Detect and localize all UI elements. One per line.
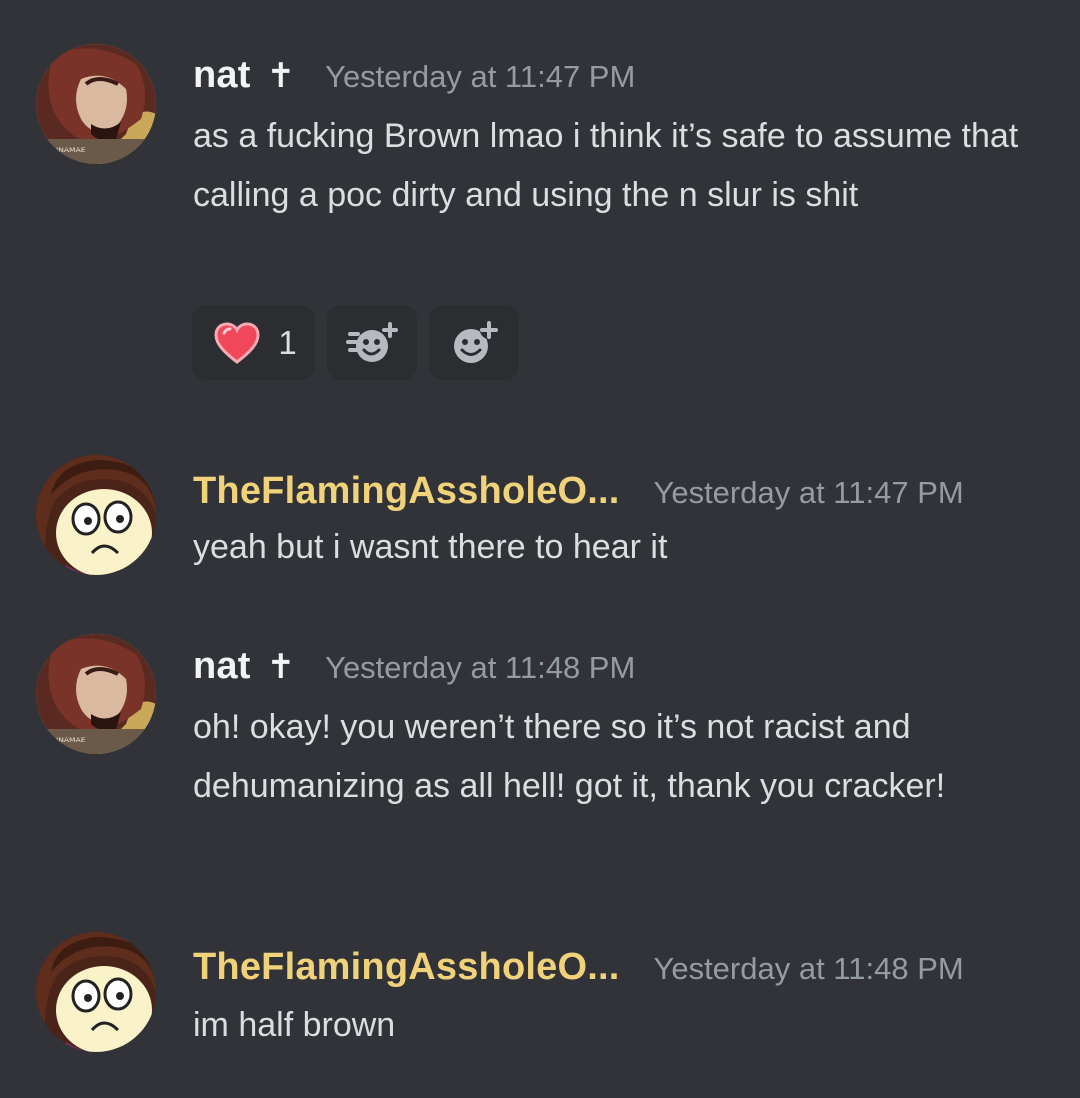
nat-avatar-image: ᴵᴺᴬᴹᴬᴱ (36, 44, 156, 164)
message-header: TheFlamingAssholeO... Yesterday at 11:47… (193, 470, 964, 513)
add-super-reaction-icon (346, 321, 398, 362)
svg-text:ᴵᴺᴬᴹᴬᴱ: ᴵᴺᴬᴹᴬᴱ (56, 145, 86, 159)
message-text: as a fucking Brown lmao i think it’s saf… (193, 117, 1019, 214)
add-super-reaction-button[interactable] (327, 305, 417, 380)
timestamp[interactable]: Yesterday at 11:48 PM (654, 951, 964, 987)
timestamp[interactable]: Yesterday at 11:47 PM (325, 59, 635, 95)
message-text: oh! okay! you weren’t there so it’s not … (193, 708, 946, 805)
username[interactable]: TheFlamingAssholeO... (193, 946, 620, 989)
username[interactable]: TheFlamingAssholeO... (193, 470, 620, 513)
reaction-count: 1 (278, 323, 297, 361)
reactions-bar: 1 (192, 305, 519, 380)
timestamp[interactable]: Yesterday at 11:48 PM (325, 650, 635, 686)
username[interactable]: nat (193, 54, 251, 97)
username[interactable]: nat (193, 645, 251, 688)
heart-reaction-button[interactable]: 1 (192, 305, 315, 380)
avatar-theflamingasshole[interactable] (36, 932, 156, 1052)
avatar-theflamingasshole[interactable] (36, 455, 156, 575)
message-text: yeah but i wasnt there to hear it (193, 528, 668, 566)
message-header: TheFlamingAssholeO... Yesterday at 11:48… (193, 946, 964, 989)
heart-icon (214, 321, 260, 364)
message-text: im half brown (193, 1006, 396, 1044)
avatar-nat[interactable]: ᴵᴺᴬᴹᴬᴱ (36, 44, 156, 164)
flaming-avatar-image (36, 932, 156, 1052)
cross-badge-icon: ✝ (266, 647, 296, 687)
timestamp[interactable]: Yesterday at 11:47 PM (654, 475, 964, 511)
message-header: nat ✝ Yesterday at 11:47 PM (193, 54, 635, 97)
nat-avatar-image: ᴵᴺᴬᴹᴬᴱ (36, 634, 156, 754)
flaming-avatar-image (36, 455, 156, 575)
svg-text:ᴵᴺᴬᴹᴬᴱ: ᴵᴺᴬᴹᴬᴱ (56, 735, 86, 749)
cross-badge-icon: ✝ (266, 56, 296, 96)
add-reaction-icon (454, 320, 498, 363)
add-reaction-button[interactable] (429, 305, 519, 380)
message-header: nat ✝ Yesterday at 11:48 PM (193, 645, 635, 688)
avatar-nat[interactable]: ᴵᴺᴬᴹᴬᴱ (36, 634, 156, 754)
